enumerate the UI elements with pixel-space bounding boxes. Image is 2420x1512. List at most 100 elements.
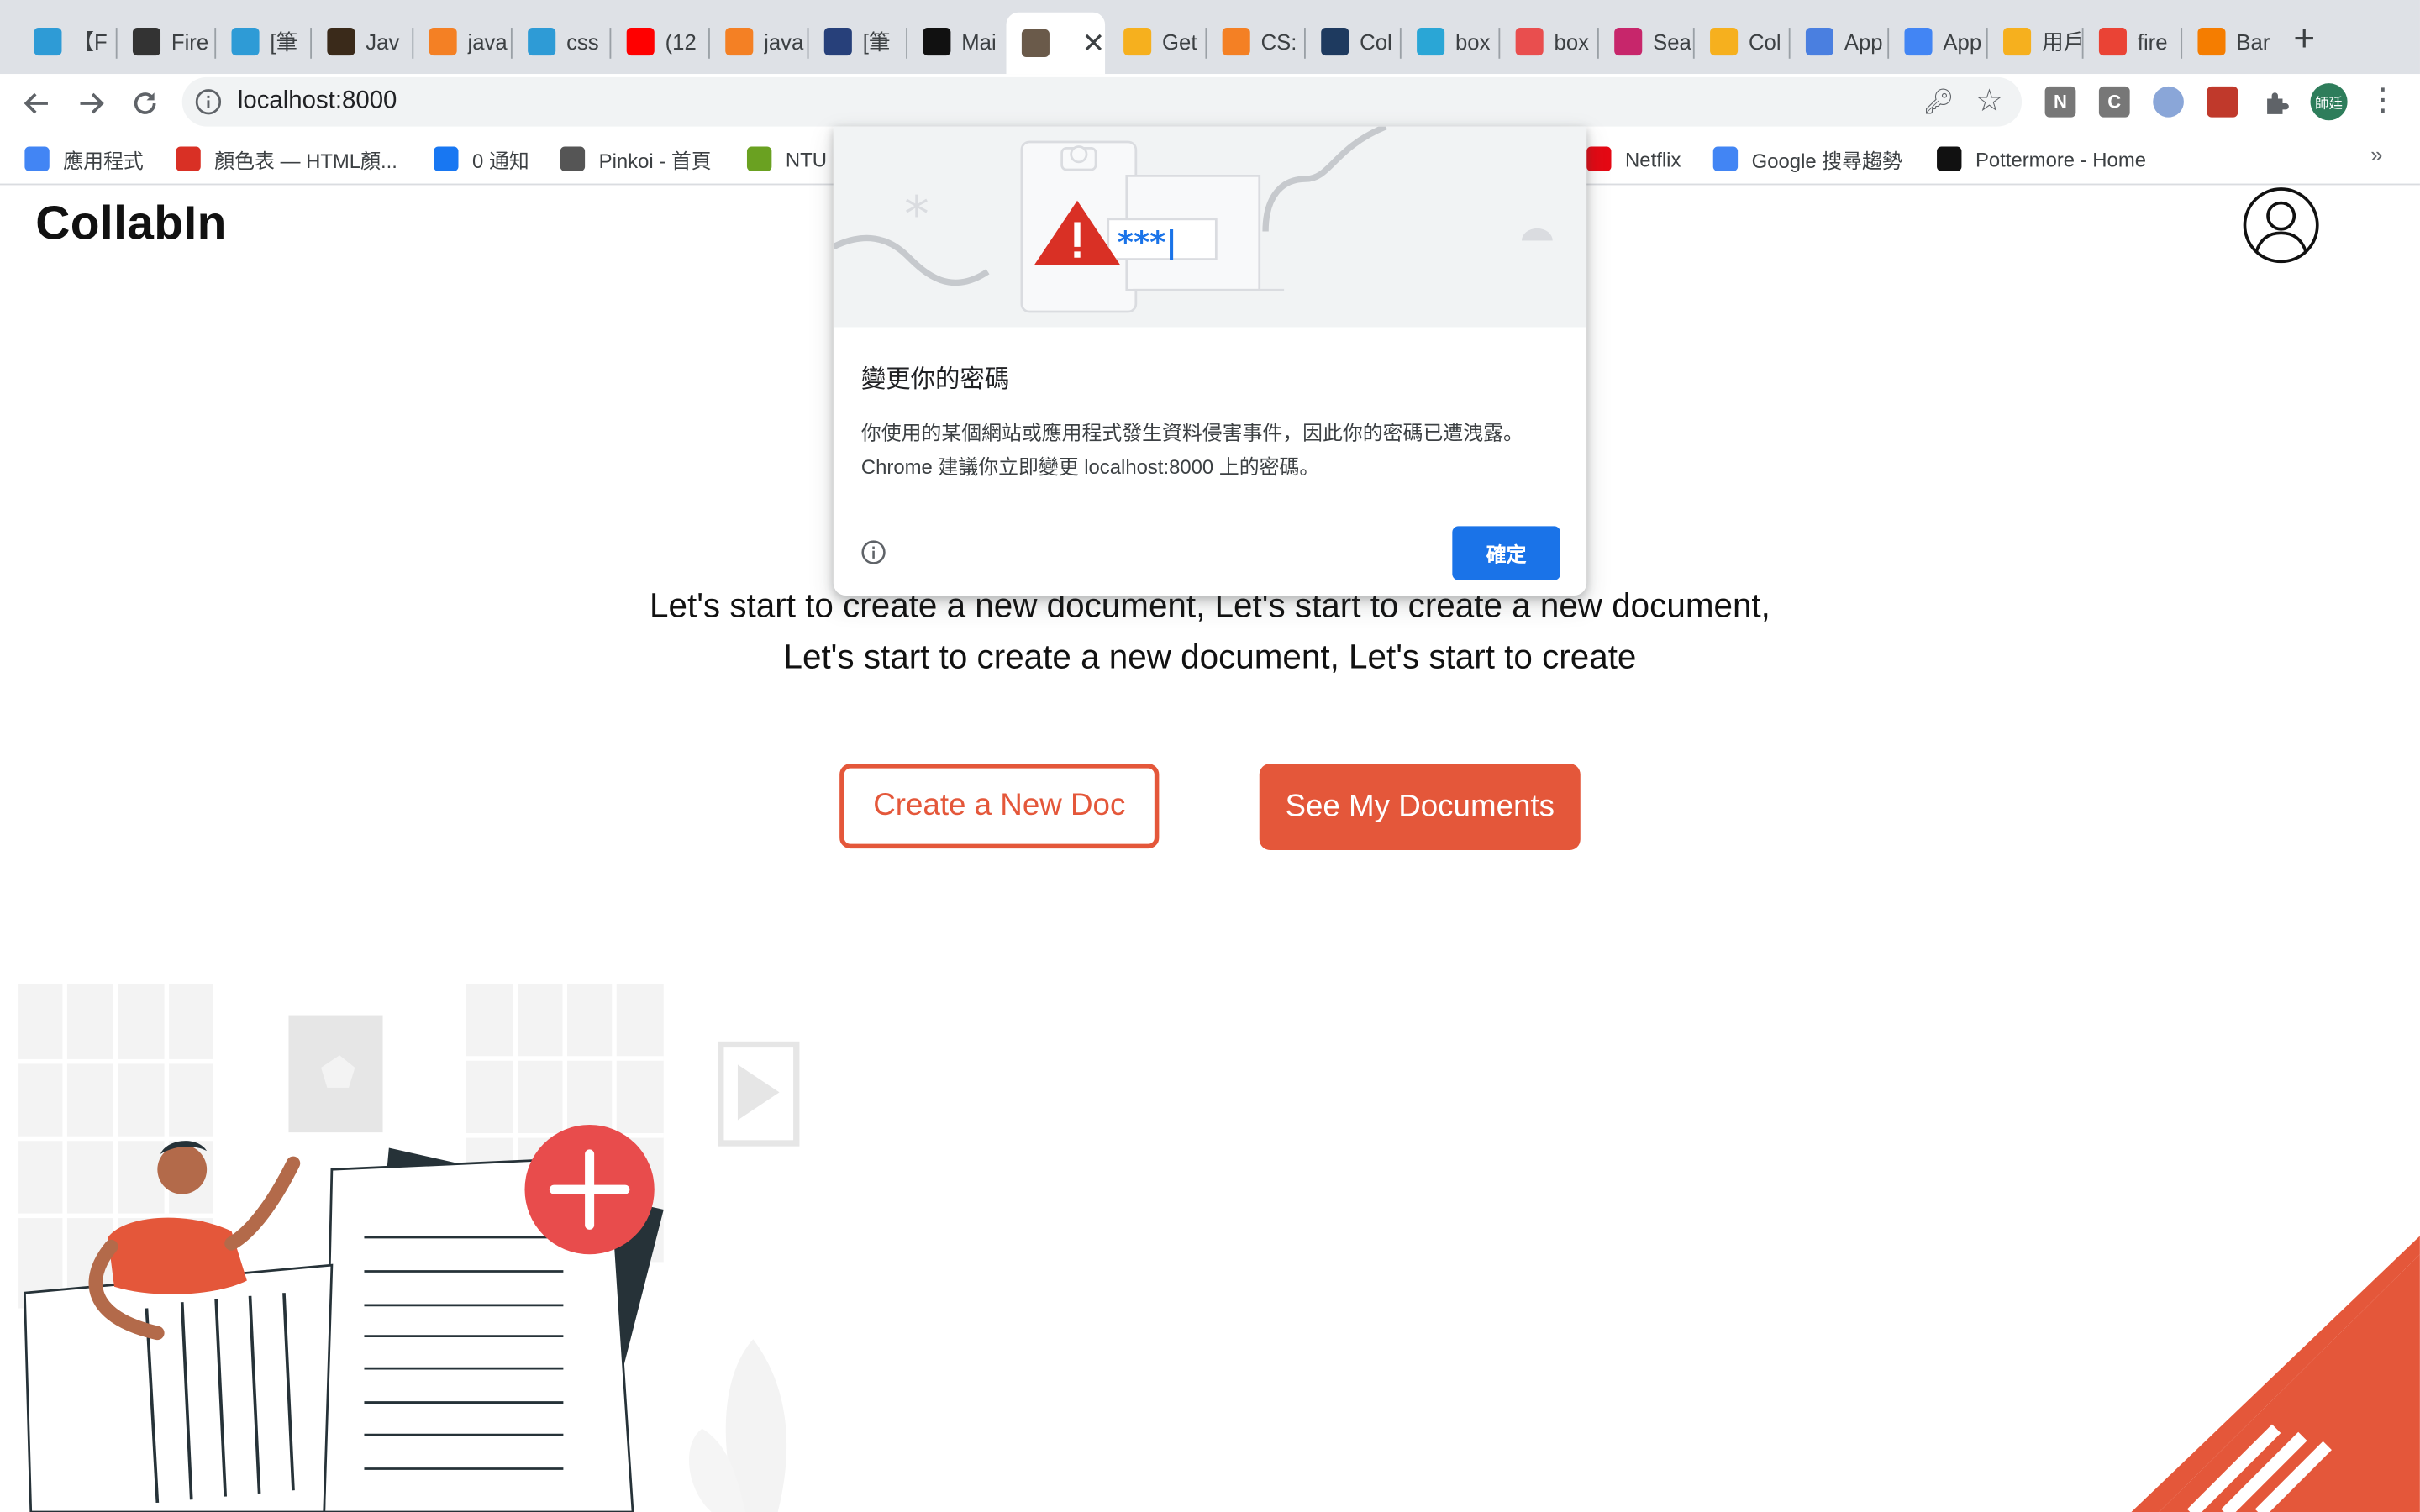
netflix-icon <box>1586 146 1612 171</box>
extension-red-icon[interactable] <box>2207 86 2238 118</box>
bookmark-item[interactable]: 顏色表 — HTML顏... <box>176 142 397 176</box>
extension-c-icon[interactable]: C <box>2098 86 2130 118</box>
more-menu-icon[interactable]: ⋮ <box>2367 81 2398 118</box>
avatar-face-icon <box>1021 29 1050 57</box>
tab-title: java <box>467 29 508 55</box>
bookmark-label: Google 搜尋趨勢 <box>1751 149 1902 172</box>
tab-title: CS: <box>1260 29 1297 55</box>
gcp-icon <box>1805 28 1833 56</box>
browser-tab[interactable]: Col <box>1695 15 1787 67</box>
dialog-title: 變更你的密碼 <box>860 367 1010 394</box>
dialog-body: 你使用的某個網站或應用程式發生資料侵害事件，因此你的密碼已遭洩露。 Chrome… <box>861 417 1571 485</box>
tab-title: [筆 <box>862 29 891 55</box>
create-new-doc-button[interactable]: Create a New Doc <box>839 764 1160 849</box>
wordpress-icon <box>34 28 62 56</box>
letter-t-icon <box>327 28 355 56</box>
browser-tab[interactable]: css <box>513 15 608 67</box>
bookmark-label: Pinkoi - 首頁 <box>598 149 712 172</box>
pj-icon <box>823 28 852 56</box>
tab-title: Sea <box>1653 29 1691 55</box>
browser-tab[interactable]: java <box>413 15 509 67</box>
browser-tab[interactable]: Mai <box>908 15 1003 67</box>
tab-title: box <box>1554 29 1590 55</box>
facebook-icon <box>434 146 459 171</box>
bookmark-star-icon[interactable]: ☆ <box>1975 81 2003 120</box>
bookmark-label: Netflix <box>1625 147 1681 171</box>
bookmark-item[interactable]: 應用程式 <box>24 142 144 176</box>
ntu-icon <box>746 146 772 171</box>
bookmark-item[interactable]: Pinkoi - 首頁 <box>560 142 712 176</box>
medium-icon <box>923 28 951 56</box>
tab-title: box <box>1455 29 1491 55</box>
browser-tab[interactable]: App <box>1889 15 1985 67</box>
extension-n-icon[interactable]: N <box>2044 86 2076 118</box>
browser-tab[interactable]: java <box>710 15 806 67</box>
firebase-icon <box>1710 28 1739 56</box>
browser-tab[interactable]: Get <box>1108 15 1204 67</box>
bookmark-item[interactable]: 0 通知 <box>434 142 529 176</box>
site-info-icon[interactable] <box>194 88 222 116</box>
browser-tab[interactable]: App <box>1791 15 1886 67</box>
password-key-icon[interactable]: 🔑︎ <box>1923 87 1954 118</box>
browser-tab[interactable]: CS: <box>1207 15 1302 67</box>
tab-title: css <box>566 29 599 55</box>
apps-grid-icon <box>24 146 50 171</box>
user-account-icon[interactable] <box>2243 186 2320 264</box>
browser-tab[interactable]: Sea <box>1599 15 1691 67</box>
dialog-ok-button[interactable]: 確定 <box>1452 526 1560 580</box>
bookmark-item[interactable]: Netflix <box>1586 142 1681 176</box>
password-change-dialog: * ***| 變更你的密碼 你使用的某個網站或應用程式發生資料侵害事件，因此你的… <box>833 126 1587 596</box>
info-icon[interactable] <box>861 540 886 564</box>
documents-illustration <box>18 984 800 1512</box>
browser-tab[interactable]: box <box>1402 15 1497 67</box>
reload-icon[interactable] <box>122 81 168 127</box>
google-icon <box>2098 28 2127 56</box>
bookmark-label: Pottermore - Home <box>1975 147 2147 171</box>
bookmarks-overflow-icon[interactable]: » <box>2370 142 2382 166</box>
bookmark-item[interactable]: Pottermore - Home <box>1937 142 2146 176</box>
browser-tab[interactable]: [筆 <box>808 15 904 67</box>
browser-tab[interactable]: Col <box>1306 15 1398 67</box>
letter-l-icon <box>132 28 161 56</box>
stackoverflow-icon <box>725 28 754 56</box>
profile-avatar[interactable]: 師廷 <box>2310 83 2348 121</box>
browser-tab[interactable]: ✕ <box>1006 12 1106 75</box>
browser-tab[interactable]: 【F <box>18 15 114 67</box>
bookmark-label: 應用程式 <box>63 149 144 172</box>
browser-tab[interactable]: box <box>1500 15 1596 67</box>
bookmark-item[interactable]: NTU <box>746 142 827 176</box>
tab-title: java <box>764 29 804 55</box>
flower-icon <box>1515 28 1544 56</box>
tab-title: Bar <box>2236 29 2270 55</box>
browser-tab[interactable]: [筆 <box>216 15 308 67</box>
browser-tab[interactable]: Bar <box>2182 15 2272 67</box>
site-logo[interactable]: CollabIn <box>35 196 227 251</box>
firebase-icon <box>1123 28 1152 56</box>
dribbble-icon <box>1614 28 1643 56</box>
url-text[interactable]: localhost:8000 <box>238 88 397 116</box>
address-bar[interactable]: localhost:8000 🔑︎ ☆ <box>182 76 2023 127</box>
back-icon[interactable] <box>14 81 60 127</box>
see-my-documents-button[interactable]: See My Documents <box>1259 764 1581 851</box>
close-tab-icon[interactable]: ✕ <box>1082 27 1106 60</box>
stackoverflow-icon <box>429 28 457 56</box>
tab-title: 用戶 <box>2041 29 2081 55</box>
tab-title: 【F <box>72 29 108 55</box>
browser-tab[interactable]: Jav <box>312 15 411 67</box>
tab-title: App <box>1943 29 1982 55</box>
tab-title: App <box>1844 29 1883 55</box>
extensions-puzzle-icon[interactable] <box>2254 81 2300 127</box>
bookmark-label: 0 通知 <box>472 149 529 172</box>
forward-icon[interactable] <box>68 81 114 127</box>
bookmark-item[interactable]: Google 搜尋趨勢 <box>1712 142 1902 176</box>
browser-tab[interactable]: 用戶 <box>1988 15 2081 67</box>
browser-tab[interactable]: Fire <box>118 15 213 67</box>
new-tab-icon[interactable]: + <box>2293 18 2315 61</box>
tab-title: Jav <box>366 29 400 55</box>
browser-tab[interactable]: (12 <box>611 15 707 67</box>
extension-swirl-icon[interactable] <box>2153 86 2184 118</box>
dialog-body-line-1: 你使用的某個網站或應用程式發生資料侵害事件，因此你的密碼已遭洩露。 <box>860 421 1523 444</box>
browser-tab[interactable]: fire <box>2084 15 2180 67</box>
browser-toolbar: localhost:8000 🔑︎ ☆ N C 師廷 ⋮ <box>0 74 2420 133</box>
corner-stripe-decoration <box>2131 1236 2420 1512</box>
